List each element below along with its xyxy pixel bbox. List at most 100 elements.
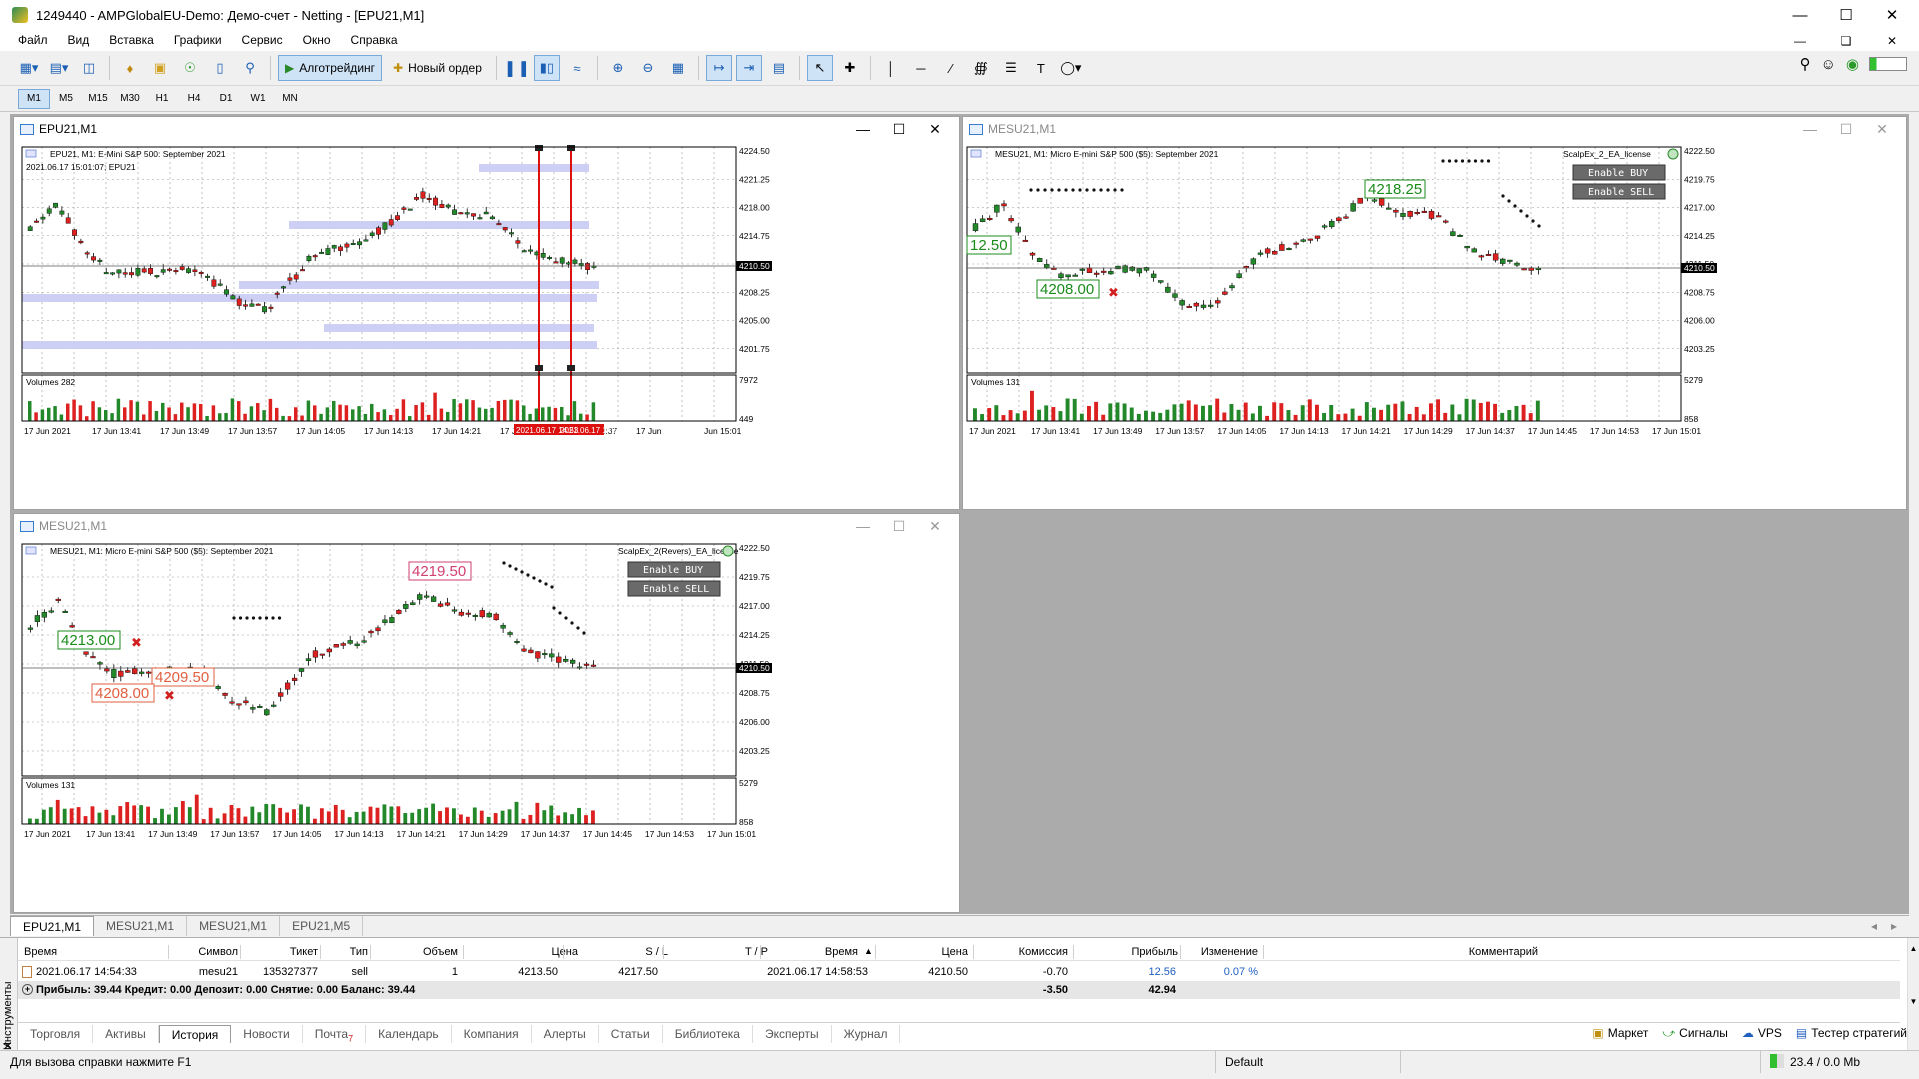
child-close-icon[interactable]: ✕	[1869, 30, 1915, 51]
col-close-time[interactable]: Время	[798, 943, 858, 961]
chart-window-title[interactable]: MESU21,M1 — ☐ ✕	[14, 514, 959, 538]
minimize-icon[interactable]: —	[845, 518, 881, 534]
zoom-out-icon[interactable]: ⊖	[635, 55, 661, 81]
data-window-icon[interactable]: ☉	[177, 55, 203, 81]
close-icon[interactable]: ✕	[917, 518, 953, 535]
maximize-icon[interactable]: ☐	[881, 518, 917, 535]
crosshair-icon[interactable]: ✚	[837, 55, 863, 81]
tab-articles[interactable]: Статьи	[599, 1024, 663, 1043]
tab-journal[interactable]: Журнал	[832, 1024, 901, 1043]
bar-chart-icon[interactable]: ▌▐	[504, 55, 530, 81]
menu-view[interactable]: Вид	[58, 30, 100, 51]
tab-library[interactable]: Библиотека	[663, 1024, 753, 1043]
maximize-icon[interactable]: ☐	[1823, 0, 1869, 30]
maximize-icon[interactable]: ☐	[881, 121, 917, 138]
menu-file[interactable]: Файл	[8, 30, 58, 51]
chart-mesu-bottom[interactable]: 4222.504219.754217.004214.254211.504208.…	[14, 538, 959, 912]
col-commission[interactable]: Комиссия	[998, 943, 1068, 961]
maximize-icon[interactable]: ☐	[1828, 121, 1864, 138]
templates-icon[interactable]: ◫	[76, 55, 102, 81]
signals-button[interactable]: ⤻ Сигналы	[1662, 1026, 1728, 1041]
menu-tools[interactable]: Сервис	[232, 30, 293, 51]
tab-news[interactable]: Новости	[231, 1024, 303, 1043]
line-chart-icon[interactable]: ≈	[564, 55, 590, 81]
account-icon[interactable]: ☺	[1821, 56, 1836, 73]
vertical-line-icon[interactable]: │	[878, 55, 904, 81]
col-sl[interactable]: S / L	[608, 943, 668, 961]
cursor-icon[interactable]: ↖	[806, 55, 833, 81]
chart-window-title[interactable]: EPU21,M1 — ☐ ✕	[14, 117, 959, 141]
profiles-icon[interactable]: ▤▾	[46, 55, 72, 81]
col-tp[interactable]: T / P	[708, 943, 768, 961]
tf-m30[interactable]: M30	[114, 89, 146, 109]
zoom-in-icon[interactable]: ⊕	[605, 55, 631, 81]
menu-charts[interactable]: Графики	[164, 30, 232, 51]
col-type[interactable]: Тип	[318, 943, 368, 961]
chart-shift-icon[interactable]: ⇥	[735, 55, 762, 81]
close-icon[interactable]: ✕	[917, 121, 953, 138]
toolbox-scrollbar[interactable]: ▲ ▼	[1907, 938, 1919, 1051]
col-symbol[interactable]: Символ	[178, 943, 238, 961]
menu-help[interactable]: Справка	[341, 30, 408, 51]
indicators-icon[interactable]: ▤	[766, 55, 792, 81]
tf-m5[interactable]: M5	[50, 89, 82, 109]
terminal-icon[interactable]: ▯	[207, 55, 233, 81]
profile-name[interactable]: Default	[1225, 1055, 1263, 1069]
strategy-tester-button[interactable]: ▤ Тестер стратегий	[1796, 1026, 1907, 1040]
candlestick-icon[interactable]: ▮▯	[533, 55, 560, 81]
tile-windows-icon[interactable]: ▦	[665, 55, 691, 81]
tf-h1[interactable]: H1	[146, 89, 178, 109]
algo-trading-button[interactable]: ▶ Алготрейдинг	[278, 55, 383, 81]
chart-window-epu[interactable]: EPU21,M1 — ☐ ✕ 4224.50 4221.25 4218.00 4214…	[13, 116, 960, 510]
expand-icon[interactable]: +	[22, 984, 33, 995]
tf-mn[interactable]: MN	[274, 89, 306, 109]
market-button[interactable]: ▣ Маркет	[1592, 1026, 1648, 1040]
vps-button[interactable]: ☁ VPS	[1742, 1026, 1782, 1040]
horizontal-line-icon[interactable]: ─	[908, 55, 934, 81]
tab-trade[interactable]: Торговля	[18, 1024, 94, 1043]
menu-window[interactable]: Окно	[293, 30, 341, 51]
new-order-button[interactable]: ✚ Новый ордер	[386, 55, 489, 81]
tester-icon[interactable]: ⚲	[237, 55, 263, 81]
minimize-icon[interactable]: —	[1792, 121, 1828, 137]
chart-window-mesu-bottom[interactable]: MESU21,M1 — ☐ ✕ 4222.50 4219.75 4217.00 421…	[13, 513, 960, 913]
menu-insert[interactable]: Вставка	[99, 30, 164, 51]
chart-window-title[interactable]: MESU21,M1 — ☐ ✕	[963, 117, 1906, 141]
tf-h4[interactable]: H4	[178, 89, 210, 109]
tf-d1[interactable]: D1	[210, 89, 242, 109]
search-icon[interactable]: ⚲	[1800, 55, 1811, 73]
close-icon[interactable]: ✕	[1864, 121, 1900, 138]
signal-icon[interactable]: ◉	[1846, 55, 1859, 73]
tabs-left-icon[interactable]: ◂	[1871, 919, 1877, 933]
chart-tab-epu-m1[interactable]: EPU21,M1	[10, 916, 95, 936]
col-time[interactable]: Время	[24, 943, 57, 961]
tab-assets[interactable]: Активы	[93, 1024, 159, 1043]
minimize-icon[interactable]: —	[845, 121, 881, 137]
col-profit[interactable]: Прибыль	[1098, 943, 1178, 961]
chart-epu[interactable]: 4224.504221.254218.004214.754211.504208.…	[14, 141, 959, 509]
tf-m15[interactable]: M15	[82, 89, 114, 109]
col-comment[interactable]: Комментарий	[1438, 943, 1538, 961]
tabs-right-icon[interactable]: ▸	[1891, 919, 1897, 933]
tab-history[interactable]: История	[158, 1024, 232, 1043]
tab-company[interactable]: Компания	[452, 1024, 532, 1043]
new-chart-icon[interactable]: ▦▾	[16, 55, 42, 81]
tab-alerts[interactable]: Алерты	[532, 1024, 599, 1043]
channel-icon[interactable]: ∰	[968, 55, 994, 81]
col-ticket[interactable]: Тикет	[258, 943, 318, 961]
col-volume[interactable]: Объем	[398, 943, 458, 961]
fibonacci-icon[interactable]: ☰	[998, 55, 1024, 81]
market-watch-icon[interactable]: ▣	[147, 55, 173, 81]
tab-calendar[interactable]: Календарь	[366, 1024, 452, 1043]
chart-window-mesu-top[interactable]: MESU21,M1 — ☐ ✕ 4222.50 4219.75 4217.00 421…	[962, 116, 1907, 510]
minimize-icon[interactable]: —	[1777, 0, 1823, 30]
chart-tab-mesu-m1-2[interactable]: MESU21,M1	[187, 916, 281, 936]
col-close-price[interactable]: Цена	[908, 943, 968, 961]
shapes-icon[interactable]: ◯▾	[1058, 55, 1084, 81]
tf-w1[interactable]: W1	[242, 89, 274, 109]
child-restore-icon[interactable]: ❏	[1823, 30, 1869, 51]
tab-experts[interactable]: Эксперты	[753, 1024, 832, 1043]
toolbox-vertical-tab[interactable]: ✕ Инструменты	[0, 938, 18, 1051]
child-minimize-icon[interactable]: —	[1777, 30, 1823, 51]
col-price[interactable]: Цена	[518, 943, 578, 961]
